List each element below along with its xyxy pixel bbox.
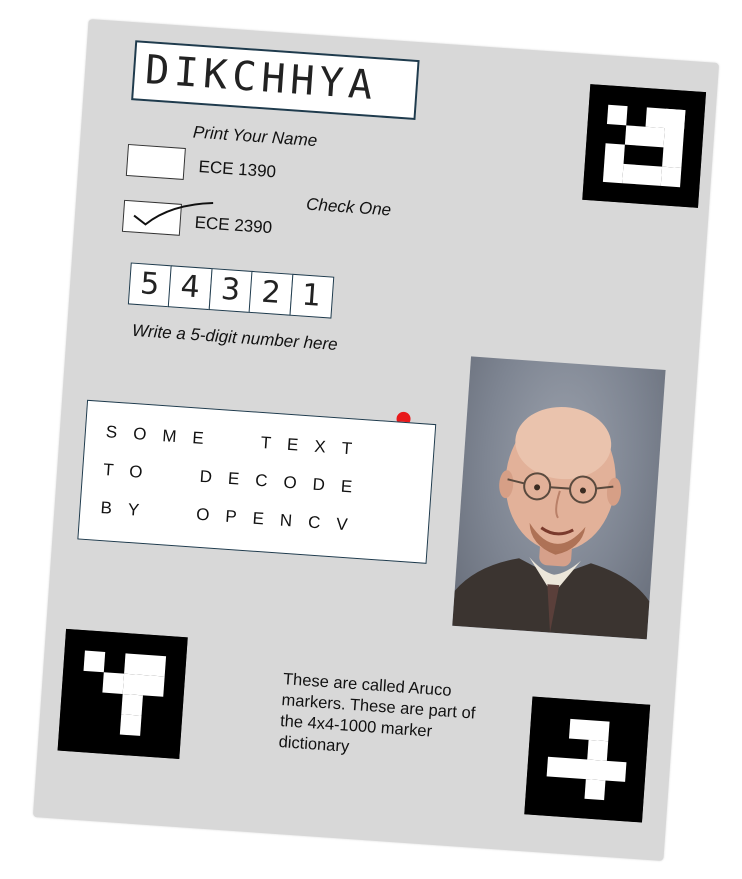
- name-field[interactable]: DIKCHHYA: [131, 40, 420, 120]
- check-one-caption: Check One: [305, 194, 392, 220]
- digit-box[interactable]: 2: [248, 270, 294, 316]
- ocr-line: SOME TEXT: [105, 422, 369, 460]
- ocr-line: BY OPENCV: [99, 497, 365, 536]
- digit-box[interactable]: 1: [288, 273, 334, 319]
- ocr-text-box: SOME TEXT TO DECODE BY OPENCV: [77, 399, 437, 564]
- name-caption: Print Your Name: [192, 122, 318, 151]
- aruco-marker-bottom-right-icon: [524, 696, 651, 823]
- course-label-ece-1390: ECE 1390: [197, 156, 277, 182]
- checkbox-ece-2390[interactable]: [121, 199, 214, 236]
- man-portrait-icon: [452, 407, 650, 640]
- aruco-marker-bottom-left-icon: [57, 628, 188, 760]
- portrait-photo: [452, 356, 666, 640]
- digit-entry-row[interactable]: 5 4 3 2 1: [127, 262, 334, 319]
- paper-sheet: DIKCHHYA Print Your Name ECE 1390 ECE 23…: [32, 18, 720, 862]
- digit-box[interactable]: 3: [208, 268, 253, 313]
- ocr-line: TO DECODE: [102, 460, 369, 498]
- aruco-marker-top-right-icon: [582, 84, 707, 208]
- name-value: DIKCHHYA: [143, 47, 379, 110]
- digits-caption: Write a 5-digit number here: [131, 320, 339, 355]
- checkbox-ece-1390[interactable]: [125, 143, 186, 180]
- aruco-note: These are called Aruco markers. These ar…: [278, 670, 476, 756]
- digit-box[interactable]: 4: [167, 265, 213, 311]
- digit-box[interactable]: 5: [127, 262, 173, 308]
